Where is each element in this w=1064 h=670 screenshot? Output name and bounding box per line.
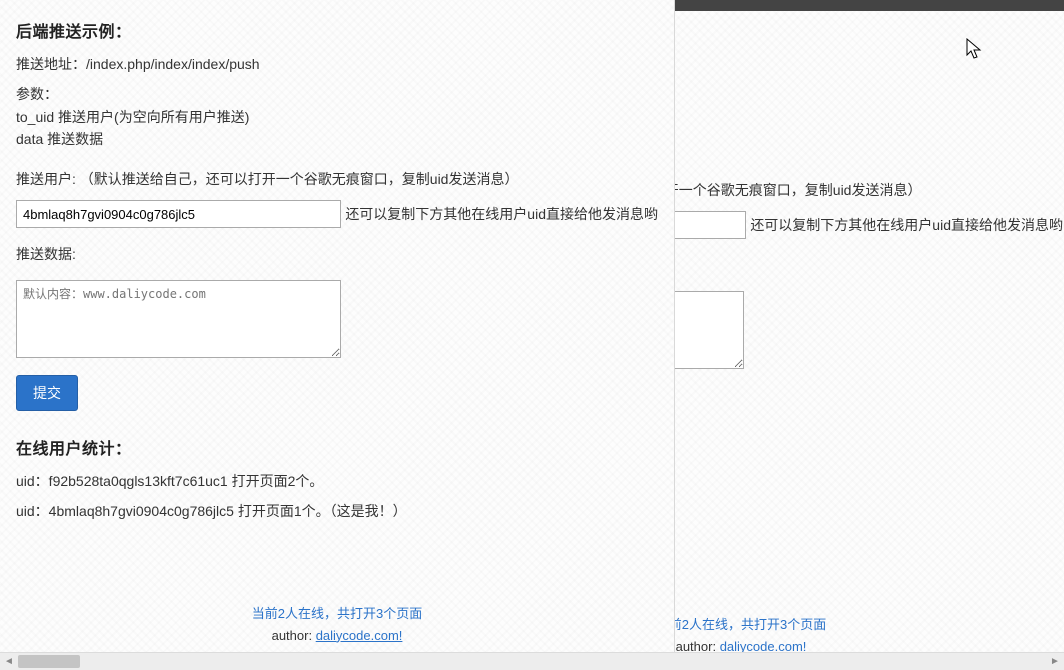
uid-input[interactable] [675, 211, 746, 239]
footer-summary: 当前2人在线，共打开3个页面 [675, 614, 1063, 633]
push-url: 推送地址：/index.php/index/index/push [16, 54, 658, 76]
scrollbar-track[interactable] [18, 653, 1046, 670]
uid-input[interactable] [16, 200, 341, 228]
scrollbar-thumb[interactable] [18, 655, 80, 668]
window-titlebar [675, 0, 1064, 11]
param-to-uid: to_uid 推送用户(为空向所有用户推送) [16, 107, 658, 129]
online-user-row: 打开页面1个。 [675, 512, 1063, 534]
online-user-row: uid：f92b528ta0qgls13kft7c61uc1 打开页面2个。 [16, 471, 658, 493]
push-url: 推送地址：/index.php/index/index/push [675, 65, 1063, 87]
params-heading: 参数： [675, 95, 1063, 117]
left-pane: 后端推送示例： 推送地址：/index.php/index/index/push… [0, 0, 675, 652]
push-data-textarea[interactable] [675, 291, 744, 369]
stats-title: 在线用户统计： [675, 446, 1063, 470]
page-title: 后端推送示例： [675, 29, 1063, 53]
push-data-textarea[interactable] [16, 280, 341, 358]
scroll-left-arrow-icon[interactable]: ◄ [0, 653, 18, 670]
footer-author-prefix: author: [272, 628, 316, 643]
push-user-label: 推送用户: （默认推送给自己，还可以打开一个谷歌无痕窗口，复制uid发送消息） [675, 180, 1063, 202]
param-data: data 推送数据 [675, 140, 1063, 162]
right-pane: 后端推送示例： 推送地址：/index.php/index/index/push… [675, 0, 1064, 652]
footer-summary: 当前2人在线，共打开3个页面 [16, 603, 658, 622]
footer-author-prefix: author: [676, 639, 720, 653]
online-user-row: uid：4bmlaq8h7gvi0904c0g786jlc5 打开页面1个。（这… [16, 501, 658, 523]
params-heading: 参数： [16, 84, 658, 106]
footer-author-link[interactable]: daliycode.com! [720, 639, 807, 653]
uid-hint: 还可以复制下方其他在线用户uid直接给他发消息哟 [750, 215, 1063, 235]
submit-button[interactable]: 提交 [16, 375, 78, 411]
horizontal-scrollbar[interactable]: ◄ ► [0, 652, 1064, 670]
param-data: data 推送数据 [16, 129, 658, 151]
uid-hint: 还可以复制下方其他在线用户uid直接给他发消息哟 [345, 204, 658, 224]
page-title: 后端推送示例： [16, 18, 658, 42]
stats-title: 在线用户统计： [16, 435, 658, 459]
push-data-label: 推送数据: [675, 255, 1063, 277]
online-user-row: 打开页面2个。（这是我！） [675, 482, 1063, 504]
param-to-uid: to_uid 推送用户(为空向所有用户推送) [675, 118, 1063, 140]
push-user-label: 推送用户: （默认推送给自己，还可以打开一个谷歌无痕窗口，复制uid发送消息） [16, 169, 658, 191]
footer-author-link[interactable]: daliycode.com! [316, 628, 403, 643]
scroll-right-arrow-icon[interactable]: ► [1046, 653, 1064, 670]
push-data-label: 推送数据: [16, 244, 658, 266]
